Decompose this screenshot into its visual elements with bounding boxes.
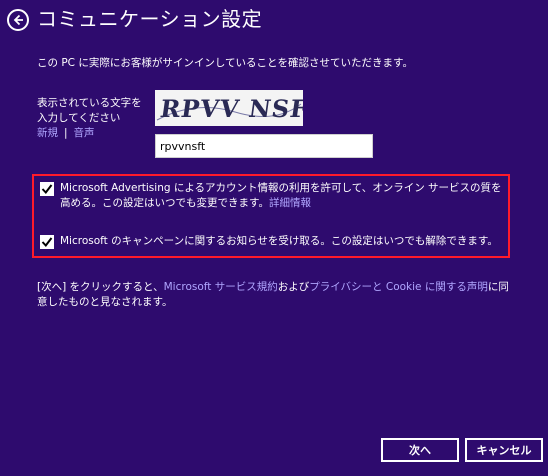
consent-part1: [次へ] をクリックすると、 xyxy=(37,281,164,293)
back-arrow-icon[interactable] xyxy=(7,9,29,31)
checkmark-icon xyxy=(41,237,53,248)
captcha-links: 新規 | 音声 xyxy=(37,126,95,140)
campaign-option: Microsoft のキャンペーンに関するお知らせを受け取る。この設定はいつでも… xyxy=(40,234,505,249)
captcha-input[interactable] xyxy=(155,134,373,158)
advertising-option: Microsoft Advertising によるアカウント情報の利用を許可して… xyxy=(40,181,505,211)
campaign-checkbox[interactable] xyxy=(40,235,54,249)
intro-text: この PC に実際にお客様がサインインしていることを確認させていただきます。 xyxy=(37,57,413,69)
campaign-option-label: Microsoft のキャンペーンに関するお知らせを受け取る。この設定はいつでも… xyxy=(60,235,498,247)
cancel-button[interactable]: キャンセル xyxy=(465,438,543,462)
more-info-link[interactable]: 詳細情報 xyxy=(269,197,311,209)
service-terms-link[interactable]: Microsoft サービス規約 xyxy=(164,281,278,293)
page-title: コミュニケーション設定 xyxy=(37,7,263,31)
advertising-checkbox[interactable] xyxy=(40,182,54,196)
captcha-text: RPVV NSFt xyxy=(158,94,303,123)
consent-text: [次へ] をクリックすると、Microsoft サービス規約およびプライバシーと… xyxy=(37,280,517,310)
link-separator: | xyxy=(64,127,68,139)
audio-captcha-link[interactable]: 音声 xyxy=(74,127,95,139)
checkmark-icon xyxy=(41,184,53,195)
captcha-label: 表示されている文字を入力してください xyxy=(37,97,142,124)
consent-part2: および xyxy=(277,281,310,293)
new-captcha-link[interactable]: 新規 xyxy=(37,127,58,139)
privacy-statement-link[interactable]: プライバシーと Cookie に関する声明 xyxy=(309,281,488,293)
captcha-image: RPVV NSFt xyxy=(155,90,303,126)
next-button[interactable]: 次へ xyxy=(381,438,459,462)
